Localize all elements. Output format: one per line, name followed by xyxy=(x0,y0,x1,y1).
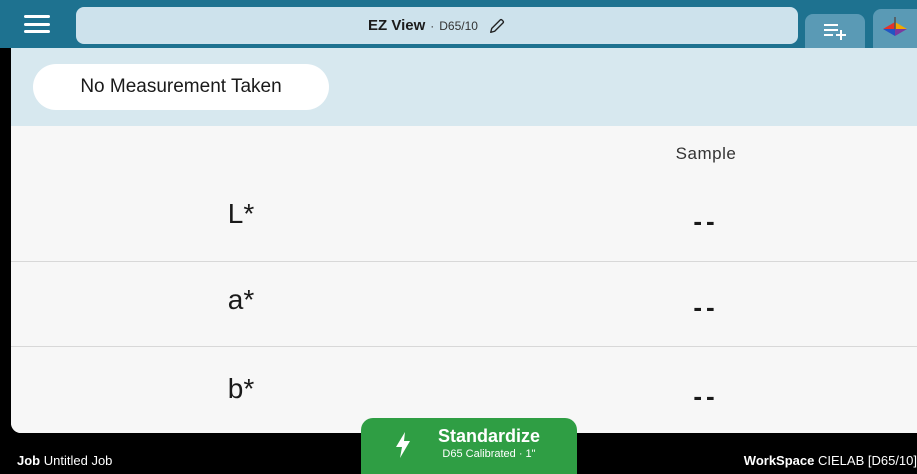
standardize-button[interactable]: Standardize D65 Calibrated · 1" xyxy=(361,418,577,474)
view-title-selector[interactable]: EZ View · D65/10 xyxy=(76,7,798,44)
job-name: Untitled Job xyxy=(43,453,113,468)
lightning-bolt-icon xyxy=(396,432,410,458)
row-value-l: -- xyxy=(693,206,719,236)
row-value-b: -- xyxy=(693,381,719,411)
pencil-icon[interactable] xyxy=(488,17,506,35)
measurement-card: No Measurement Taken Sample L* -- a* -- … xyxy=(11,48,917,433)
row-label-b: b* xyxy=(227,373,255,404)
workspace-name: CIELAB [D65/10] xyxy=(818,453,917,468)
add-to-list-icon xyxy=(824,24,846,40)
workspace-label: WorkSpace xyxy=(743,453,815,468)
sample-column-header: Sample xyxy=(675,144,737,163)
top-bar: EZ View · D65/10 xyxy=(0,0,917,48)
table-row: a* -- xyxy=(11,262,917,347)
hamburger-menu-icon[interactable] xyxy=(20,11,54,37)
color-app-logo-icon xyxy=(883,16,907,36)
workspace-info[interactable]: WorkSpace CIELAB [D65/10] xyxy=(744,453,917,468)
add-to-list-button[interactable] xyxy=(805,14,865,48)
measurement-status: No Measurement Taken xyxy=(33,64,329,110)
view-title: EZ View xyxy=(368,17,426,34)
row-value-a: -- xyxy=(693,292,719,322)
title-separator: · xyxy=(430,18,435,33)
status-strip: No Measurement Taken xyxy=(11,48,917,126)
measurement-table: Sample L* -- a* -- b* -- xyxy=(11,126,917,433)
illuminant-observer: D65/10 xyxy=(439,18,478,33)
job-label: Job xyxy=(17,453,41,468)
app-logo-button[interactable] xyxy=(873,9,917,48)
standardize-text: Standardize D65 Calibrated · 1" xyxy=(429,426,549,460)
row-label-a: a* xyxy=(227,284,255,315)
row-label-l: L* xyxy=(227,198,255,229)
standardize-label: Standardize xyxy=(437,426,541,446)
calibration-status: D65 Calibrated · 1" xyxy=(442,448,536,460)
job-info[interactable]: Job Untitled Job xyxy=(17,453,112,468)
table-row: L* -- xyxy=(11,176,917,262)
